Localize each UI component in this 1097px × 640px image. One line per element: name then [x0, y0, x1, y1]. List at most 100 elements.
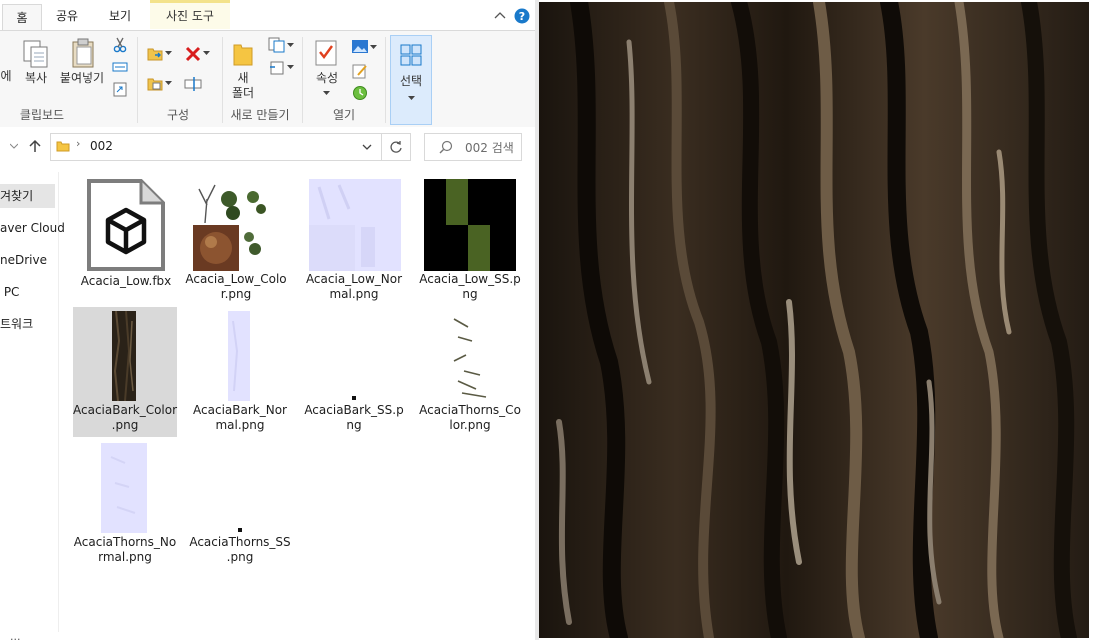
refresh-button[interactable] — [382, 133, 411, 161]
address-bar[interactable]: › 002 — [50, 133, 382, 161]
file-name: AcaciaThorns_SS .png — [188, 535, 292, 565]
file-name: AcaciaThorns_No rmal.png — [73, 535, 177, 565]
file-item[interactable]: AcaciaThorns_No rmal.png — [73, 439, 177, 569]
pin-button-label[interactable]: 에 — [0, 69, 12, 84]
chevron-down-icon — [370, 45, 377, 49]
copy-path-icon[interactable] — [112, 61, 128, 73]
ribbon-separator — [222, 37, 223, 123]
file-item[interactable]: Acacia_Low.fbx — [74, 176, 178, 306]
select-button[interactable]: 선택 — [390, 35, 432, 125]
chevron-down-icon — [408, 96, 415, 100]
select-button-label: 선택 — [399, 74, 423, 88]
address-dropdown-icon[interactable] — [362, 144, 372, 151]
move-to-icon[interactable] — [146, 45, 164, 63]
ss-dot-thumbnail — [352, 396, 356, 400]
new-folder-icon — [233, 44, 253, 66]
file-name-line: mal.png — [329, 287, 379, 301]
up-arrow-icon[interactable] — [28, 139, 42, 153]
file-item[interactable]: Acacia_Low_SS.p ng — [418, 176, 522, 306]
address-row: › 002 002 검색 — [0, 127, 535, 167]
bark-strip-thumbnail — [112, 311, 136, 401]
file-item[interactable]: AcaciaBark_Nor mal.png — [188, 307, 292, 437]
file-name-line: r.png — [220, 287, 252, 301]
normal-map-thumbnail — [309, 179, 401, 271]
nav-item-quick-access[interactable]: 겨찾기 — [0, 184, 55, 208]
ribbon: 에 복사 붙여넣기 클립보드 구성 새 폴더 새로 만들기 속성 열기 선택 — [0, 30, 535, 128]
file-name: Acacia_Low_Nor mal.png — [302, 272, 406, 302]
new-folder-label-2: 폴더 — [231, 86, 255, 100]
file-name-line: AcaciaBark_SS.p — [304, 403, 404, 417]
file-name: Acacia_Low_SS.p ng — [418, 272, 522, 302]
file-name-line: lor.png — [449, 418, 491, 432]
navigation-pane: 겨찾기 aver Cloud neDrive PC 트워크 — [0, 172, 65, 632]
file-name-line: AcaciaThorns_Co — [419, 403, 521, 417]
file-item[interactable]: AcaciaThorns_Co lor.png — [418, 307, 522, 437]
new-folder-label-1: 새 — [237, 71, 249, 85]
open-image-icon[interactable] — [351, 39, 369, 55]
chevron-down-icon — [203, 51, 210, 55]
select-grid-icon — [400, 44, 422, 66]
tab-share[interactable]: 공유 — [46, 3, 88, 29]
thorns-thumbnail — [446, 311, 492, 401]
nav-item-network[interactable]: 트워크 — [0, 312, 33, 336]
nav-item-naver-cloud[interactable]: aver Cloud — [0, 216, 65, 240]
folder-icon — [56, 141, 70, 152]
file-name: Acacia_Low.fbx — [74, 274, 178, 289]
paste-icon — [72, 38, 94, 68]
file-name: AcaciaBark_Color .png — [73, 403, 177, 433]
history-icon[interactable] — [351, 85, 369, 101]
chevron-down-icon — [165, 51, 172, 55]
breadcrumb-folder[interactable]: 002 — [90, 139, 113, 153]
cut-icon[interactable] — [113, 37, 127, 53]
color-atlas-thumbnail — [193, 179, 285, 271]
chevron-down-icon — [323, 91, 330, 95]
new-folder-button[interactable]: 새 폴더 — [228, 71, 258, 101]
file-item[interactable]: Acacia_Low_Colo r.png — [184, 176, 288, 306]
nav-item-onedrive[interactable]: neDrive — [0, 248, 47, 272]
ss-dot-thumbnail — [238, 528, 242, 532]
normal-tall-thumbnail — [101, 443, 147, 533]
file-name-line: mal.png — [215, 418, 265, 432]
copy-to-icon[interactable] — [146, 75, 164, 93]
rename-icon[interactable] — [184, 75, 202, 93]
new-item-icon[interactable] — [268, 37, 286, 53]
paste-button[interactable]: 붙여넣기 — [56, 71, 108, 86]
recent-locations-chevron-icon[interactable] — [10, 143, 18, 149]
easy-access-icon[interactable] — [268, 59, 286, 75]
status-bar: ... — [0, 630, 535, 640]
help-icon[interactable]: ? — [514, 8, 530, 24]
file-explorer-window: 홈 공유 보기 사진 도구 ? 에 복사 붙여넣기 클립보드 구성 새 폴더 새… — [0, 0, 535, 640]
properties-button[interactable]: 속성 — [310, 71, 344, 86]
file-name: Acacia_Low_Colo r.png — [184, 272, 288, 302]
file-name-line: rmal.png — [98, 550, 152, 564]
tab-home[interactable]: 홈 — [2, 4, 42, 31]
breadcrumb-separator-icon: › — [76, 137, 81, 150]
svg-text:?: ? — [519, 10, 525, 23]
file-name-line: AcaciaThorns_SS — [189, 535, 291, 549]
paste-shortcut-icon[interactable] — [113, 81, 127, 97]
edit-icon[interactable] — [351, 63, 369, 79]
file-name-line: AcaciaBark_Nor — [193, 403, 287, 417]
search-box[interactable]: 002 검색 — [424, 133, 522, 161]
copy-button[interactable]: 복사 — [18, 71, 54, 86]
tab-picture-tools[interactable]: 사진 도구 — [150, 0, 230, 29]
file-name-line: Acacia_Low_Nor — [305, 272, 403, 286]
copy-icon — [23, 40, 48, 68]
search-placeholder: 002 검색 — [465, 141, 514, 155]
chevron-down-icon — [287, 43, 294, 47]
nav-item-this-pc[interactable]: PC — [0, 280, 20, 304]
file-item[interactable]: AcaciaBark_SS.p ng — [302, 307, 406, 437]
status-text: ... — [10, 630, 21, 640]
chevron-up-icon[interactable] — [494, 11, 506, 19]
file-item[interactable]: AcaciaThorns_SS .png — [188, 439, 292, 569]
ribbon-tab-bar: 홈 공유 보기 사진 도구 ? — [0, 0, 535, 31]
group-label-new: 새로 만들기 — [230, 108, 290, 122]
properties-icon — [315, 40, 337, 66]
delete-icon[interactable] — [184, 45, 202, 63]
file-item-selected[interactable]: AcaciaBark_Color .png — [73, 307, 177, 437]
group-label-organize: 구성 — [166, 108, 190, 122]
file-item[interactable]: Acacia_Low_Nor mal.png — [302, 176, 406, 306]
tab-view[interactable]: 보기 — [98, 3, 142, 29]
group-label-clipboard: 클립보드 — [19, 108, 65, 122]
chevron-down-icon — [287, 65, 294, 69]
